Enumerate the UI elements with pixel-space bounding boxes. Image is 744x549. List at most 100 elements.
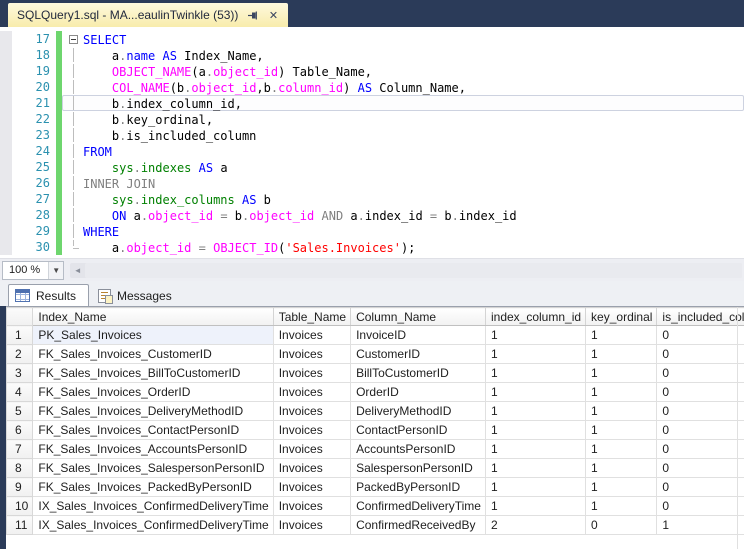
grid-cell[interactable]: 1	[585, 477, 658, 497]
document-tab-sqlquery1[interactable]: SQLQuery1.sql - MA...eaulinTwinkle (53))…	[8, 3, 289, 27]
grid-cell[interactable]: 2	[484, 515, 587, 535]
grid-cell[interactable]: FK_Sales_Invoices_OrderID	[32, 382, 274, 402]
grid-cell[interactable]: 1	[484, 496, 587, 516]
indicator-margin[interactable]	[0, 95, 12, 111]
line-number[interactable]: 29	[12, 223, 56, 239]
scrollbar-thumb[interactable]	[85, 262, 742, 278]
grid-cell[interactable]: PackedByPersonID	[350, 477, 486, 497]
indicator-margin[interactable]	[0, 143, 12, 159]
indicator-margin[interactable]	[0, 175, 12, 191]
column-header-table_name[interactable]: Table_Name	[272, 307, 352, 326]
grid-cell[interactable]: FK_Sales_Invoices_PackedByPersonID	[32, 477, 274, 497]
row-header[interactable]: 8	[5, 458, 34, 478]
grid-cell[interactable]: 0	[656, 420, 744, 440]
grid-cell[interactable]: FK_Sales_Invoices_BillToCustomerID	[32, 363, 274, 383]
grid-cell[interactable]: 1	[585, 496, 658, 516]
code-line-30[interactable]: 30 a.object_id = OBJECT_ID('Sales.Invoic…	[0, 239, 744, 255]
grid-cell[interactable]: 0	[656, 401, 744, 421]
code-line-29[interactable]: 29 WHERE	[0, 223, 744, 239]
grid-cell[interactable]: Invoices	[272, 382, 352, 402]
grid-cell[interactable]: 1	[585, 401, 658, 421]
grid-cell[interactable]: Invoices	[272, 420, 352, 440]
code-line-20[interactable]: 20 COL_NAME(b.object_id,b.column_id) AS …	[0, 79, 744, 95]
grid-cell[interactable]: 0	[656, 458, 744, 478]
grid-cell[interactable]: 1	[484, 458, 587, 478]
indicator-margin[interactable]	[0, 79, 12, 95]
indicator-margin[interactable]	[0, 159, 12, 175]
row-header[interactable]: 6	[5, 420, 34, 440]
code-line-27[interactable]: 27 sys.index_columns AS b	[0, 191, 744, 207]
code-line-28[interactable]: 28 ON a.object_id = b.object_id AND a.in…	[0, 207, 744, 223]
grid-cell[interactable]: Invoices	[272, 477, 352, 497]
grid-cell[interactable]: 1	[656, 515, 744, 535]
grid-cell[interactable]: Invoices	[272, 401, 352, 421]
grid-cell[interactable]: 1	[585, 439, 658, 459]
grid-cell[interactable]: CustomerID	[350, 344, 486, 364]
grid-cell[interactable]: InvoiceID	[350, 325, 486, 345]
indicator-margin[interactable]	[0, 191, 12, 207]
column-header-index_name[interactable]: Index_Name	[32, 307, 274, 326]
indicator-margin[interactable]	[0, 127, 12, 143]
grid-cell[interactable]: Invoices	[272, 458, 352, 478]
tab-results[interactable]: Results	[8, 284, 90, 306]
row-header[interactable]: 2	[5, 344, 34, 364]
row-header[interactable]: 11	[5, 515, 34, 535]
grid-cell[interactable]: Invoices	[272, 439, 352, 459]
scroll-left-icon[interactable]: ◄	[70, 266, 85, 275]
grid-cell[interactable]: FK_Sales_Invoices_AccountsPersonID	[32, 439, 274, 459]
grid-cell[interactable]: Invoices	[272, 496, 352, 516]
grid-cell[interactable]: 0	[656, 439, 744, 459]
editor-horizontal-scrollbar[interactable]: ◄	[70, 262, 742, 278]
grid-cell[interactable]: 0	[656, 477, 744, 497]
grid-cell[interactable]: 0	[585, 515, 658, 535]
code-line-23[interactable]: 23 b.is_included_column	[0, 127, 744, 143]
indicator-margin[interactable]	[0, 31, 12, 47]
grid-cell[interactable]: FK_Sales_Invoices_SalespersonPersonID	[32, 458, 274, 478]
chevron-down-icon[interactable]: ▼	[48, 261, 64, 279]
grid-cell[interactable]: SalespersonPersonID	[350, 458, 486, 478]
line-number[interactable]: 25	[12, 159, 56, 175]
grid-cell[interactable]: 1	[585, 458, 658, 478]
grid-cell-focused[interactable]: PK_Sales_Invoices	[32, 325, 274, 345]
grid-cell[interactable]: 1	[484, 382, 587, 402]
grid-cell[interactable]: BillToCustomerID	[350, 363, 486, 383]
grid-cell[interactable]: ConfirmedReceivedBy	[350, 515, 486, 535]
grid-cell[interactable]: Invoices	[272, 325, 352, 345]
grid-cell[interactable]: OrderID	[350, 382, 486, 402]
line-number[interactable]: 24	[12, 143, 56, 159]
grid-cell[interactable]: 0	[656, 344, 744, 364]
code-line-17[interactable]: 17 SELECT	[0, 31, 744, 47]
pin-icon[interactable]	[245, 8, 259, 22]
zoom-dropdown[interactable]: 100 % ▼	[2, 260, 65, 280]
grid-cell[interactable]: 1	[484, 325, 587, 345]
row-header[interactable]: 10	[5, 496, 34, 516]
sql-code-editor[interactable]: 17 SELECT 18 a.name AS Index_Name, 19 OBJEC…	[0, 27, 744, 258]
grid-cell[interactable]: IX_Sales_Invoices_ConfirmedDeliveryTime	[32, 515, 274, 535]
line-number[interactable]: 27	[12, 191, 56, 207]
grid-cell[interactable]: 1	[484, 439, 587, 459]
code-line-19[interactable]: 19 OBJECT_NAME(a.object_id) Table_Name,	[0, 63, 744, 79]
grid-cell[interactable]: IX_Sales_Invoices_ConfirmedDeliveryTime	[32, 496, 274, 516]
grid-cell[interactable]: FK_Sales_Invoices_CustomerID	[32, 344, 274, 364]
code-line-26[interactable]: 26 INNER JOIN	[0, 175, 744, 191]
grid-cell[interactable]: FK_Sales_Invoices_ContactPersonID	[32, 420, 274, 440]
grid-cell[interactable]: FK_Sales_Invoices_DeliveryMethodID	[32, 401, 274, 421]
grid-cell[interactable]: 1	[484, 344, 587, 364]
grid-cell[interactable]: 1	[585, 382, 658, 402]
grid-cell[interactable]: 0	[656, 382, 744, 402]
line-number[interactable]: 19	[12, 63, 56, 79]
grid-cell[interactable]: 1	[585, 344, 658, 364]
grid-cell[interactable]: 1	[484, 420, 587, 440]
line-number[interactable]: 30	[12, 239, 56, 255]
grid-cell[interactable]: 1	[585, 420, 658, 440]
code-line-25[interactable]: 25 sys.indexes AS a	[0, 159, 744, 175]
tab-messages[interactable]: Messages	[91, 284, 185, 306]
code-line-21[interactable]: 21 b.index_column_id,	[0, 95, 744, 111]
column-header-column_name[interactable]: Column_Name	[350, 307, 486, 326]
code-line-24[interactable]: 24 FROM	[0, 143, 744, 159]
indicator-margin[interactable]	[0, 239, 12, 255]
indicator-margin[interactable]	[0, 63, 12, 79]
indicator-margin[interactable]	[0, 111, 12, 127]
line-number[interactable]: 20	[12, 79, 56, 95]
line-number[interactable]: 26	[12, 175, 56, 191]
